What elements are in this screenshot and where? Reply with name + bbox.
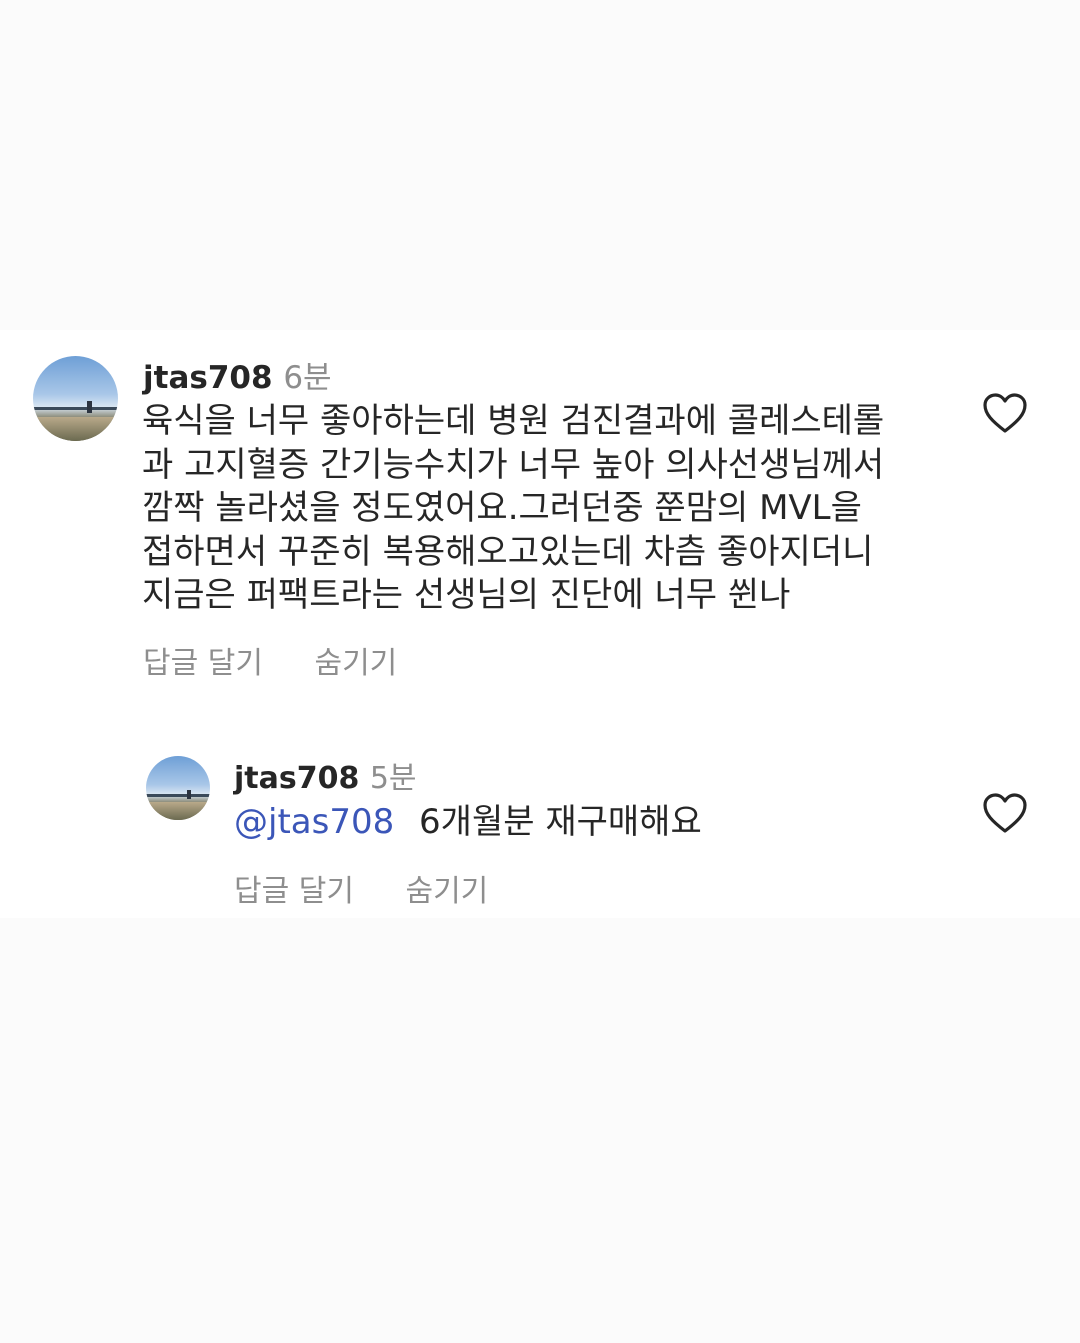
comment-line: 육식을 너무 좋아하는데 병원 검진결과에 콜레스테롤 bbox=[142, 401, 885, 441]
reply-actions: 답글 달기 숨기기 bbox=[234, 866, 488, 910]
heart-outline-icon[interactable] bbox=[982, 392, 1028, 434]
hide-button[interactable]: 숨기기 bbox=[405, 866, 488, 910]
reply-button[interactable]: 답글 달기 bbox=[234, 866, 354, 910]
avatar[interactable] bbox=[33, 356, 118, 441]
comment-line: 깜짝 놀라셨을 정도였어요.그러던중 쭌맘의 MVL을 bbox=[142, 488, 862, 528]
reply-body: @jtas708 6개월분 재구매해요 bbox=[234, 801, 702, 845]
hide-button[interactable]: 숨기기 bbox=[314, 638, 397, 682]
comment-body: 육식을 너무 좋아하는데 병원 검진결과에 콜레스테롤 과 고지혈증 간기능수치… bbox=[142, 400, 884, 618]
reply-text: 6개월분 재구매해요 bbox=[419, 802, 702, 842]
comment-line: 지금은 퍼팩트라는 선생님의 진단에 너무 쒼나 bbox=[142, 575, 791, 615]
timestamp: 6분 bbox=[283, 360, 332, 396]
comment-actions: 답글 달기 숨기기 bbox=[143, 638, 397, 682]
timestamp: 5분 bbox=[369, 761, 417, 796]
heart-outline-icon[interactable] bbox=[982, 792, 1028, 834]
avatar[interactable] bbox=[146, 756, 210, 820]
comments-panel: jtas708 6분 육식을 너무 좋아하는데 병원 검진결과에 콜레스테롤 과… bbox=[0, 330, 1080, 918]
mention-link[interactable]: @jtas708 bbox=[234, 802, 394, 842]
reply-header: jtas708 5분 bbox=[234, 753, 417, 797]
username[interactable]: jtas708 bbox=[234, 761, 359, 796]
username[interactable]: jtas708 bbox=[143, 360, 273, 396]
reply-button[interactable]: 답글 달기 bbox=[143, 638, 263, 682]
comment-header: jtas708 6분 bbox=[143, 352, 332, 397]
comment-line: 과 고지혈증 간기능수치가 너무 높아 의사선생님께서 bbox=[142, 444, 885, 485]
comment-line: 접하면서 꾸준히 복용해오고있는데 차츰 좋아지더니 bbox=[142, 531, 874, 572]
